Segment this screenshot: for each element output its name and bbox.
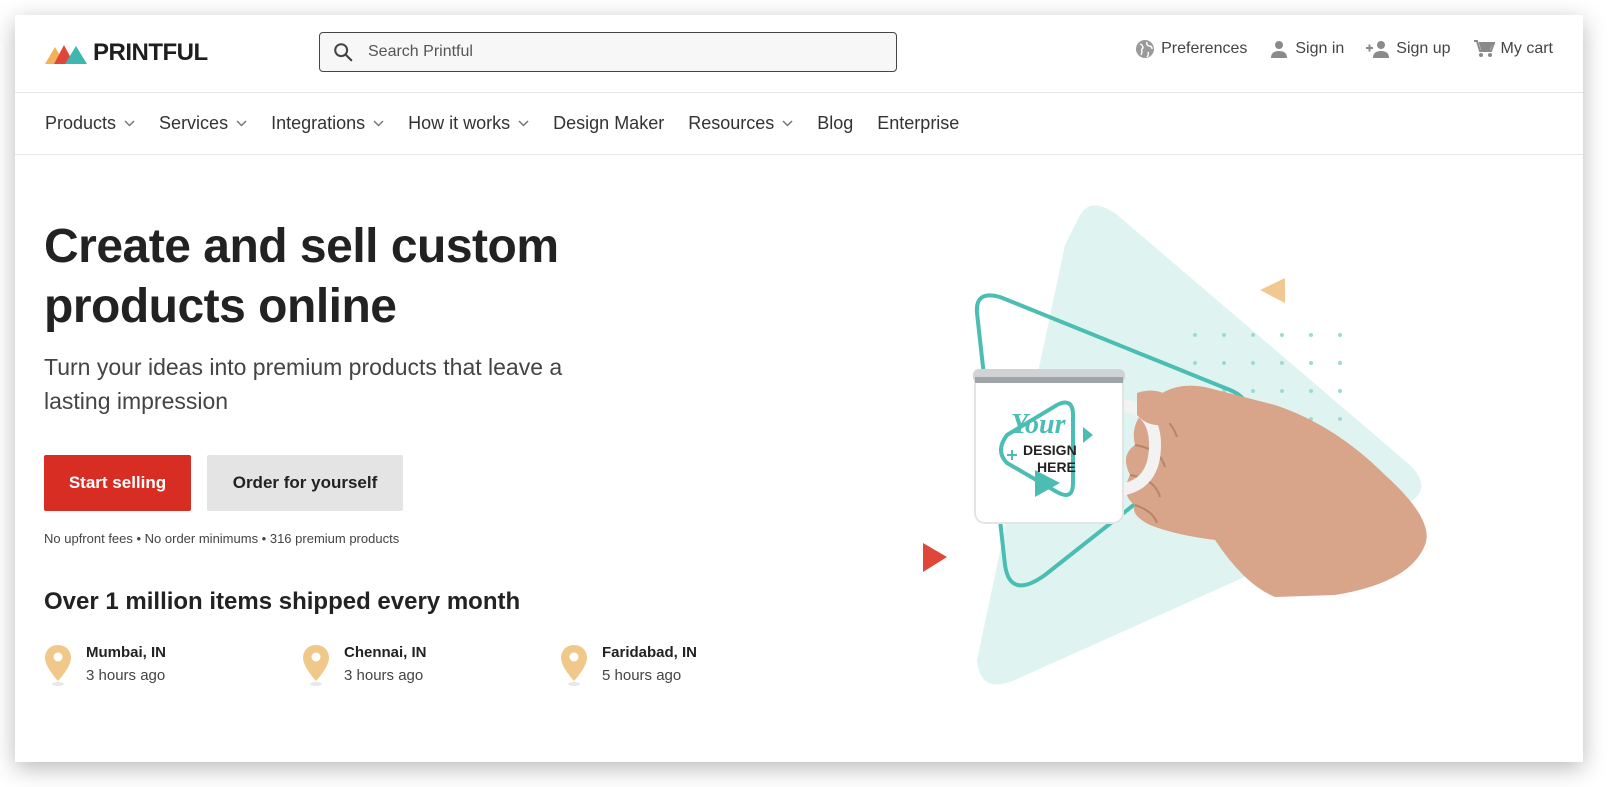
globe-icon: [1136, 40, 1155, 58]
logo-text: PRINTFUL: [93, 39, 208, 66]
nav-label: Products: [45, 113, 117, 133]
nav-label: Enterprise: [877, 113, 960, 133]
search-icon[interactable]: [332, 41, 354, 63]
red-triangle-shape: [923, 543, 947, 572]
printful-logo[interactable]: PRINTFUL: [45, 37, 208, 69]
nav-label: How it works: [408, 113, 511, 133]
chevron-down-icon: [124, 120, 135, 127]
nav-integrations[interactable]: Integrations: [271, 113, 384, 134]
location-city: Chennai, IN: [344, 644, 427, 661]
order-location: Chennai, IN 3 hours ago: [302, 643, 560, 687]
header-actions: Preferences Sign in Sign up My cart: [1113, 39, 1553, 59]
nav-label: Design Maker: [553, 113, 665, 133]
order-for-yourself-button[interactable]: Order for yourself: [207, 455, 403, 511]
nav-products[interactable]: Products: [45, 113, 135, 134]
order-location: Faridabad, IN 5 hours ago: [560, 643, 818, 687]
hero-subtitle: Turn your ideas into premium products th…: [44, 354, 563, 414]
nav-label: Services: [159, 113, 229, 133]
nav-enterprise[interactable]: Enterprise: [877, 113, 959, 134]
search-box[interactable]: [319, 32, 897, 72]
nav-design-maker[interactable]: Design Maker: [553, 113, 664, 134]
sign-up-label: Sign up: [1396, 40, 1451, 57]
mug-text-here: HERE: [1037, 459, 1076, 475]
sign-up-link[interactable]: Sign up: [1366, 39, 1451, 59]
recent-orders: Mumbai, IN 3 hours ago Chennai, IN 3 hou…: [44, 643, 818, 687]
my-cart-label: My cart: [1500, 40, 1553, 57]
user-icon: [1271, 41, 1288, 58]
site-header: PRINTFUL Preferences S: [15, 15, 1583, 93]
chevron-down-icon: [373, 120, 384, 127]
sign-in-link[interactable]: Sign in: [1269, 39, 1344, 59]
browser-window: PRINTFUL Preferences S: [15, 15, 1583, 762]
map-pin-icon: [303, 645, 329, 686]
map-pin-icon: [561, 645, 587, 686]
nav-label: Blog: [817, 113, 854, 133]
hero-title-line2: products online: [44, 280, 397, 333]
order-location: Mumbai, IN 3 hours ago: [44, 643, 302, 687]
shipped-heading: Over 1 million items shipped every month: [44, 588, 521, 615]
preferences-label: Preferences: [1161, 40, 1248, 57]
my-cart-link[interactable]: My cart: [1473, 39, 1553, 59]
preferences-link[interactable]: Preferences: [1135, 39, 1247, 59]
nav-label: Integrations: [271, 113, 366, 133]
logo-mark-icon: [45, 45, 87, 64]
nav-services[interactable]: Services: [159, 113, 247, 134]
location-time: 3 hours ago: [344, 667, 424, 684]
hero-title: Create and sell custom products online: [44, 217, 644, 337]
chevron-down-icon: [782, 120, 793, 127]
chevron-down-icon: [236, 120, 247, 127]
map-pin-icon: [45, 645, 71, 686]
search-input[interactable]: [368, 43, 868, 61]
hero-illustration: Your DESIGN HERE: [923, 205, 1427, 685]
nav-resources[interactable]: Resources: [688, 113, 793, 134]
mug-text-design: DESIGN: [1023, 442, 1077, 458]
sign-in-label: Sign in: [1295, 40, 1345, 57]
chevron-down-icon: [518, 120, 529, 127]
start-selling-button[interactable]: Start selling: [44, 455, 191, 511]
hero-title-line1: Create and sell custom: [44, 220, 559, 273]
main-nav: Products Services Integrations How it wo…: [15, 93, 1583, 155]
user-plus-icon: [1366, 41, 1390, 58]
location-time: 3 hours ago: [86, 667, 166, 684]
nav-label: Resources: [688, 113, 775, 133]
orange-triangle-shape: [1260, 278, 1285, 303]
location-city: Faridabad, IN: [602, 644, 698, 661]
fine-print: No upfront fees • No order minimums • 31…: [44, 531, 400, 546]
cart-icon: [1473, 40, 1495, 57]
location-city: Mumbai, IN: [86, 644, 167, 661]
nav-how-it-works[interactable]: How it works: [408, 113, 529, 134]
mug-text-your: Your: [1011, 409, 1067, 440]
location-time: 5 hours ago: [602, 667, 682, 684]
nav-blog[interactable]: Blog: [817, 113, 853, 134]
